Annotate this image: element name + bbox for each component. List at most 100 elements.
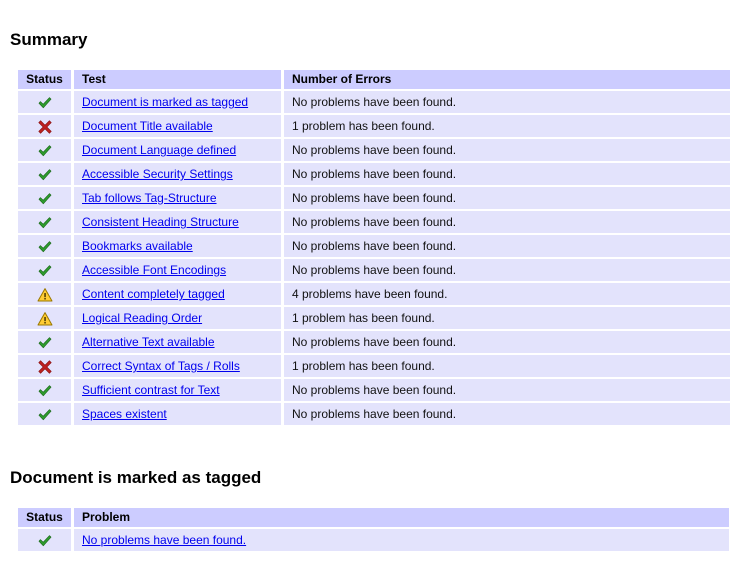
status-cell [18, 163, 71, 185]
table-header-row: Status Problem [18, 508, 729, 527]
report-page: Summary Status Test Number of Errors Doc… [0, 0, 733, 566]
test-link-cell: Alternative Text available [74, 331, 281, 353]
column-header-problem: Problem [74, 508, 729, 527]
table-row: Accessible Security Settings No problems … [18, 163, 730, 185]
test-link-cell: Document Title available [74, 115, 281, 137]
status-cell [18, 529, 71, 551]
error-count-text: 4 problems have been found. [284, 283, 730, 305]
test-link[interactable]: Document Title available [82, 119, 213, 133]
test-link-cell: Consistent Heading Structure [74, 211, 281, 233]
check-icon [37, 335, 53, 351]
error-count-text: No problems have been found. [284, 211, 730, 233]
table-row: Correct Syntax of Tags / Rolls 1 problem … [18, 355, 730, 377]
error-count-text: No problems have been found. [284, 139, 730, 161]
test-link[interactable]: Accessible Font Encodings [82, 263, 226, 277]
test-link-cell: Spaces existent [74, 403, 281, 425]
table-row: Alternative Text available No problems ha… [18, 331, 730, 353]
table-row: Document is marked as tagged No problems … [18, 91, 730, 113]
error-count-text: No problems have been found. [284, 163, 730, 185]
cross-icon [37, 119, 53, 135]
column-header-status: Status [18, 508, 71, 527]
test-link[interactable]: Correct Syntax of Tags / Rolls [82, 359, 240, 373]
column-header-test: Test [74, 70, 281, 89]
status-cell [18, 211, 71, 233]
test-link[interactable]: Sufficient contrast for Text [82, 383, 220, 397]
check-icon [37, 215, 53, 231]
summary-table: Status Test Number of Errors Document is… [18, 68, 730, 427]
problem-link[interactable]: No problems have been found. [82, 533, 246, 547]
test-link[interactable]: Alternative Text available [82, 335, 215, 349]
test-link[interactable]: Document Language defined [82, 143, 236, 157]
error-count-text: No problems have been found. [284, 91, 730, 113]
error-count-text: No problems have been found. [284, 379, 730, 401]
status-cell [18, 307, 71, 329]
test-link-cell: Correct Syntax of Tags / Rolls [74, 355, 281, 377]
test-link-cell: Accessible Security Settings [74, 163, 281, 185]
test-link[interactable]: Consistent Heading Structure [82, 215, 239, 229]
detail-table-head: Status Problem [18, 508, 729, 527]
test-link-cell: Document Language defined [74, 139, 281, 161]
error-count-text: 1 problem has been found. [284, 115, 730, 137]
error-count-text: 1 problem has been found. [284, 307, 730, 329]
table-row: Tab follows Tag-Structure No problems hav… [18, 187, 730, 209]
problem-link-cell: No problems have been found. [74, 529, 729, 551]
check-icon [37, 239, 53, 255]
status-cell [18, 259, 71, 281]
check-icon [37, 167, 53, 183]
status-cell [18, 187, 71, 209]
error-count-text: 1 problem has been found. [284, 355, 730, 377]
error-count-text: No problems have been found. [284, 235, 730, 257]
table-row: Content completely tagged 4 problems have… [18, 283, 730, 305]
detail-section-title: Document is marked as tagged [10, 468, 262, 487]
table-row: Consistent Heading Structure No problems … [18, 211, 730, 233]
check-icon [37, 383, 53, 399]
error-count-text: No problems have been found. [284, 403, 730, 425]
check-icon [37, 143, 53, 159]
test-link[interactable]: Spaces existent [82, 407, 167, 421]
table-row: Accessible Font Encodings No problems hav… [18, 259, 730, 281]
detail-table: Status Problem No problems have been fou… [18, 506, 729, 553]
column-header-status: Status [18, 70, 71, 89]
error-count-text: No problems have been found. [284, 187, 730, 209]
test-link[interactable]: Logical Reading Order [82, 311, 202, 325]
status-cell [18, 379, 71, 401]
check-icon [37, 95, 53, 111]
test-link[interactable]: Tab follows Tag-Structure [82, 191, 217, 205]
error-count-text: No problems have been found. [284, 259, 730, 281]
table-row: No problems have been found. [18, 529, 729, 551]
test-link[interactable]: Bookmarks available [82, 239, 193, 253]
status-cell [18, 283, 71, 305]
test-link-cell: Document is marked as tagged [74, 91, 281, 113]
table-row: Spaces existent No problems have been fou… [18, 403, 730, 425]
column-header-errors: Number of Errors [284, 70, 730, 89]
table-row: Sufficient contrast for Text No problems … [18, 379, 730, 401]
table-row: Document Language defined No problems hav… [18, 139, 730, 161]
page-title: Summary [10, 30, 88, 49]
status-cell [18, 139, 71, 161]
check-icon [37, 191, 53, 207]
check-icon [37, 407, 53, 423]
warning-icon [37, 311, 53, 327]
check-icon [37, 533, 53, 549]
summary-table-body: Document is marked as tagged No problems … [18, 91, 730, 425]
error-count-text: No problems have been found. [284, 331, 730, 353]
table-row: Document Title available 1 problem has be… [18, 115, 730, 137]
test-link-cell: Sufficient contrast for Text [74, 379, 281, 401]
detail-table-body: No problems have been found. [18, 529, 729, 551]
warning-icon [37, 287, 53, 303]
status-cell [18, 115, 71, 137]
table-row: Logical Reading Order 1 problem has been … [18, 307, 730, 329]
table-header-row: Status Test Number of Errors [18, 70, 730, 89]
test-link-cell: Bookmarks available [74, 235, 281, 257]
table-row: Bookmarks available No problems have been… [18, 235, 730, 257]
test-link[interactable]: Content completely tagged [82, 287, 225, 301]
test-link[interactable]: Document is marked as tagged [82, 95, 248, 109]
test-link-cell: Content completely tagged [74, 283, 281, 305]
status-cell [18, 403, 71, 425]
status-cell [18, 331, 71, 353]
check-icon [37, 263, 53, 279]
summary-table-head: Status Test Number of Errors [18, 70, 730, 89]
test-link[interactable]: Accessible Security Settings [82, 167, 233, 181]
status-cell [18, 235, 71, 257]
status-cell [18, 91, 71, 113]
